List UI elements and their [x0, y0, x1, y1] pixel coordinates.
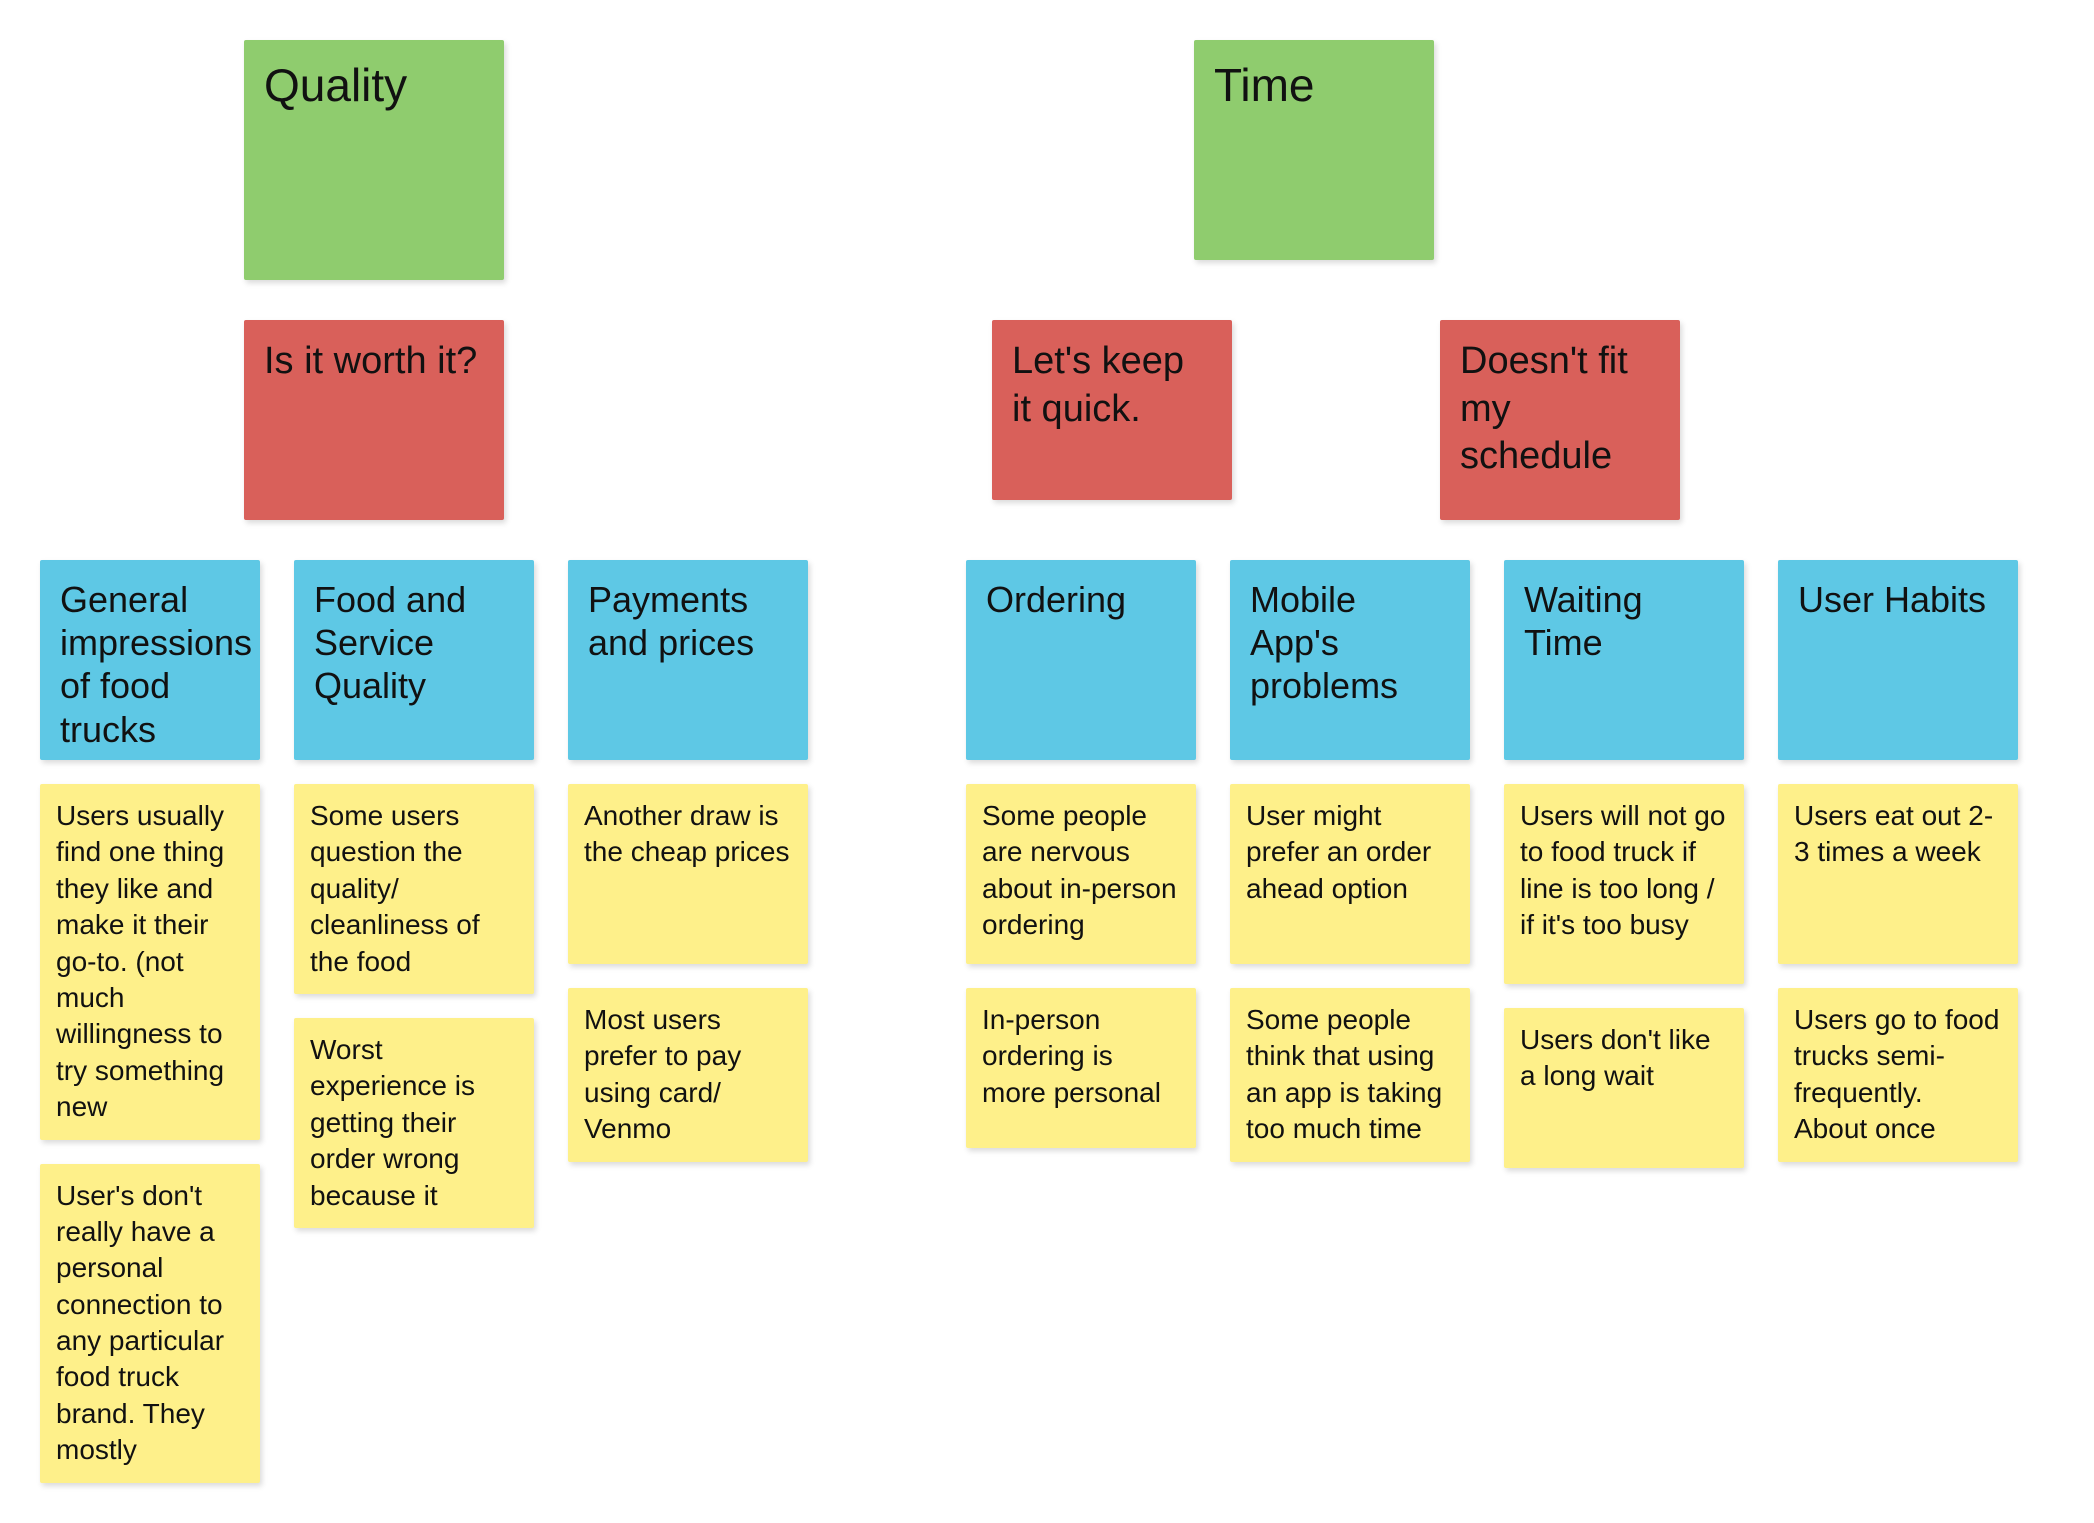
note-general-2[interactable]: User's don't really have a personal conn…	[40, 1164, 260, 1483]
topic-general-label: General impressions of food trucks	[60, 578, 252, 751]
note-waiting-1-label: Users will not go to food truck if line …	[1520, 798, 1728, 944]
topic-user-habits-label: User Habits	[1798, 578, 1986, 621]
affinity-board: Quality Time Is it worth it? Let's keep …	[0, 0, 2094, 1523]
topic-waiting-time[interactable]: Waiting Time	[1504, 560, 1744, 760]
note-payments-2[interactable]: Most users prefer to pay using card/ Ven…	[568, 988, 808, 1162]
note-waiting-2-label: Users don't like a long wait	[1520, 1022, 1728, 1095]
topic-food-service-label: Food and Service Quality	[314, 578, 514, 708]
category-quality-label: Quality	[264, 58, 407, 113]
note-ordering-2[interactable]: In-person ordering is more personal	[966, 988, 1196, 1148]
note-ordering-2-label: In-person ordering is more personal	[982, 1002, 1180, 1111]
topic-payments[interactable]: Payments and prices	[568, 560, 808, 760]
topic-waiting-time-label: Waiting Time	[1524, 578, 1724, 664]
note-general-1[interactable]: Users usually find one thing they like a…	[40, 784, 260, 1140]
note-habits-2-label: Users go to food trucks semi-frequently.…	[1794, 1002, 2002, 1148]
note-ordering-1[interactable]: Some people are nervous about in-person …	[966, 784, 1196, 964]
note-waiting-2[interactable]: Users don't like a long wait	[1504, 1008, 1744, 1168]
note-payments-2-label: Most users prefer to pay using card/ Ven…	[584, 1002, 792, 1148]
note-general-2-label: User's don't really have a personal conn…	[56, 1178, 244, 1469]
note-mobile-1[interactable]: User might prefer an order ahead option	[1230, 784, 1470, 964]
note-food-1-label: Some users question the quality/ cleanli…	[310, 798, 518, 980]
topic-general[interactable]: General impressions of food trucks	[40, 560, 260, 760]
subcategory-schedule[interactable]: Doesn't fit my schedule	[1440, 320, 1680, 520]
topic-ordering[interactable]: Ordering	[966, 560, 1196, 760]
note-mobile-2-label: Some people think that using an app is t…	[1246, 1002, 1454, 1148]
topic-payments-label: Payments and prices	[588, 578, 788, 664]
topic-user-habits[interactable]: User Habits	[1778, 560, 2018, 760]
topic-food-service[interactable]: Food and Service Quality	[294, 560, 534, 760]
category-time-label: Time	[1214, 58, 1315, 113]
note-habits-1[interactable]: Users eat out 2-3 times a week	[1778, 784, 2018, 964]
category-time[interactable]: Time	[1194, 40, 1434, 260]
note-general-1-label: Users usually find one thing they like a…	[56, 798, 244, 1126]
note-payments-1-label: Another draw is the cheap prices	[584, 798, 792, 871]
note-food-2[interactable]: Worst experience is getting their order …	[294, 1018, 534, 1228]
note-habits-2[interactable]: Users go to food trucks semi-frequently.…	[1778, 988, 2018, 1162]
subcategory-worth-it-label: Is it worth it?	[264, 338, 477, 386]
topic-mobile-app-label: Mobile App's problems	[1250, 578, 1450, 708]
subcategory-keep-quick-label: Let's keep it quick.	[1012, 338, 1212, 433]
note-food-1[interactable]: Some users question the quality/ cleanli…	[294, 784, 534, 994]
category-quality[interactable]: Quality	[244, 40, 504, 280]
note-mobile-2[interactable]: Some people think that using an app is t…	[1230, 988, 1470, 1162]
topic-ordering-label: Ordering	[986, 578, 1126, 621]
note-waiting-1[interactable]: Users will not go to food truck if line …	[1504, 784, 1744, 984]
subcategory-worth-it[interactable]: Is it worth it?	[244, 320, 504, 520]
note-ordering-1-label: Some people are nervous about in-person …	[982, 798, 1180, 944]
topic-mobile-app[interactable]: Mobile App's problems	[1230, 560, 1470, 760]
subcategory-keep-quick[interactable]: Let's keep it quick.	[992, 320, 1232, 500]
subcategory-schedule-label: Doesn't fit my schedule	[1460, 338, 1660, 481]
note-food-2-label: Worst experience is getting their order …	[310, 1032, 518, 1214]
note-mobile-1-label: User might prefer an order ahead option	[1246, 798, 1454, 907]
note-habits-1-label: Users eat out 2-3 times a week	[1794, 798, 2002, 871]
note-payments-1[interactable]: Another draw is the cheap prices	[568, 784, 808, 964]
